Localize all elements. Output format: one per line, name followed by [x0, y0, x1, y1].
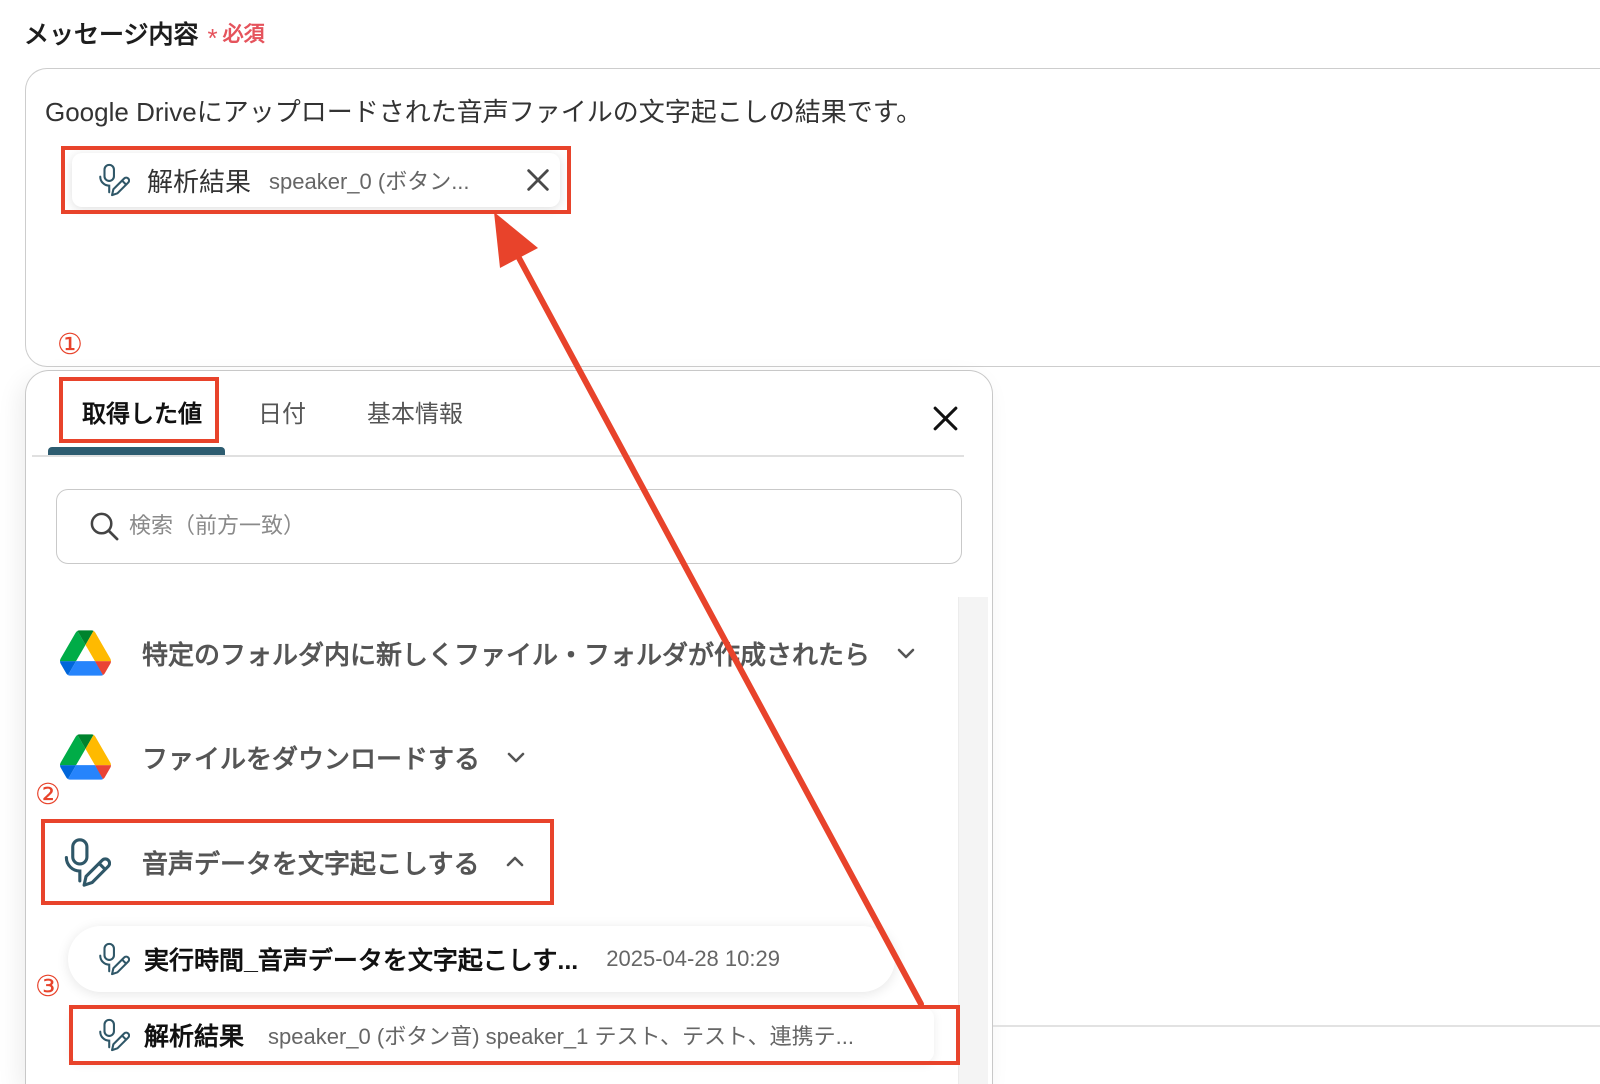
close-icon: [930, 403, 961, 434]
group-transcribe-audio[interactable]: 音声データを文字起こしする: [60, 829, 527, 895]
group-folder-trigger[interactable]: 特定のフォルダ内に新しくファイル・フォルダが作成されたら: [60, 620, 918, 686]
field-label-text: メッセージ内容: [24, 21, 199, 49]
search-input[interactable]: [129, 490, 929, 562]
mic-pencil-icon: [60, 837, 111, 888]
tab-date[interactable]: 日付: [258, 398, 306, 432]
tab-basic-info[interactable]: 基本情報: [367, 398, 463, 432]
annotation-step-1: ①: [57, 329, 83, 361]
chevron-down-icon[interactable]: [504, 745, 528, 769]
google-drive-icon: [60, 630, 111, 676]
list-item-value: 2025-04-28 10:29: [606, 946, 780, 971]
required-asterisk: *: [207, 22, 218, 53]
chip-value: speaker_0 (ボタン...: [269, 169, 470, 194]
group-download-file[interactable]: ファイルをダウンロードする: [60, 724, 528, 790]
chip-label: 解析結果: [147, 166, 252, 197]
chevron-up-icon[interactable]: [503, 850, 527, 874]
tab-acquired-values[interactable]: 取得した値: [82, 398, 202, 432]
chevron-down-icon[interactable]: [894, 641, 918, 665]
close-panel-button[interactable]: [930, 403, 961, 434]
variable-chip[interactable]: 解析結果 speaker_0 (ボタン...: [72, 153, 560, 207]
google-drive-icon: [60, 734, 111, 780]
search-icon: [89, 511, 120, 542]
list-item-analysis-result[interactable]: 解析結果 speaker_0 (ボタン音) speaker_1 テスト、テスト、…: [71, 1008, 934, 1062]
message-field-label: メッセージ内容 * 必須: [24, 16, 265, 53]
group-title: 特定のフォルダ内に新しくファイル・フォルダが作成されたら: [142, 639, 871, 670]
search-field[interactable]: [56, 489, 962, 564]
group-title: ファイルをダウンロードする: [142, 743, 481, 774]
group-title: 音声データを文字起こしする: [142, 848, 480, 879]
scrollbar-track[interactable]: [958, 597, 988, 1084]
close-icon: [524, 166, 552, 194]
message-textarea[interactable]: Google Driveにアップロードされた音声ファイルの文字起こしの結果です。…: [25, 68, 1600, 367]
annotation-step-3: ③: [35, 971, 61, 1003]
list-item-execution-time[interactable]: 実行時間_音声データを文字起こしす... 2025-04-28 10:29: [68, 926, 895, 992]
mic-pencil-icon: [96, 163, 130, 197]
tab-divider: [32, 455, 964, 457]
required-badge: 必須: [222, 23, 265, 46]
annotation-step-2: ②: [35, 779, 61, 811]
variable-picker-panel: 取得した値 日付 基本情報 特定のフォルダ内に新しくファイル・フォルダが作成され…: [25, 370, 993, 1084]
active-tab-indicator: [48, 447, 225, 455]
list-item-value: speaker_0 (ボタン音) speaker_1 テスト、テスト、連携テ..…: [268, 1024, 854, 1049]
section-divider-line: [993, 1025, 1600, 1027]
chip-remove-button[interactable]: [524, 166, 552, 194]
list-item-label: 解析結果: [144, 1023, 245, 1051]
mic-pencil-icon: [96, 942, 130, 976]
list-item-label: 実行時間_音声データを文字起こしす...: [144, 947, 579, 975]
message-text: Google Driveにアップロードされた音声ファイルの文字起こしの結果です。: [45, 97, 923, 127]
mic-pencil-icon: [96, 1018, 130, 1052]
